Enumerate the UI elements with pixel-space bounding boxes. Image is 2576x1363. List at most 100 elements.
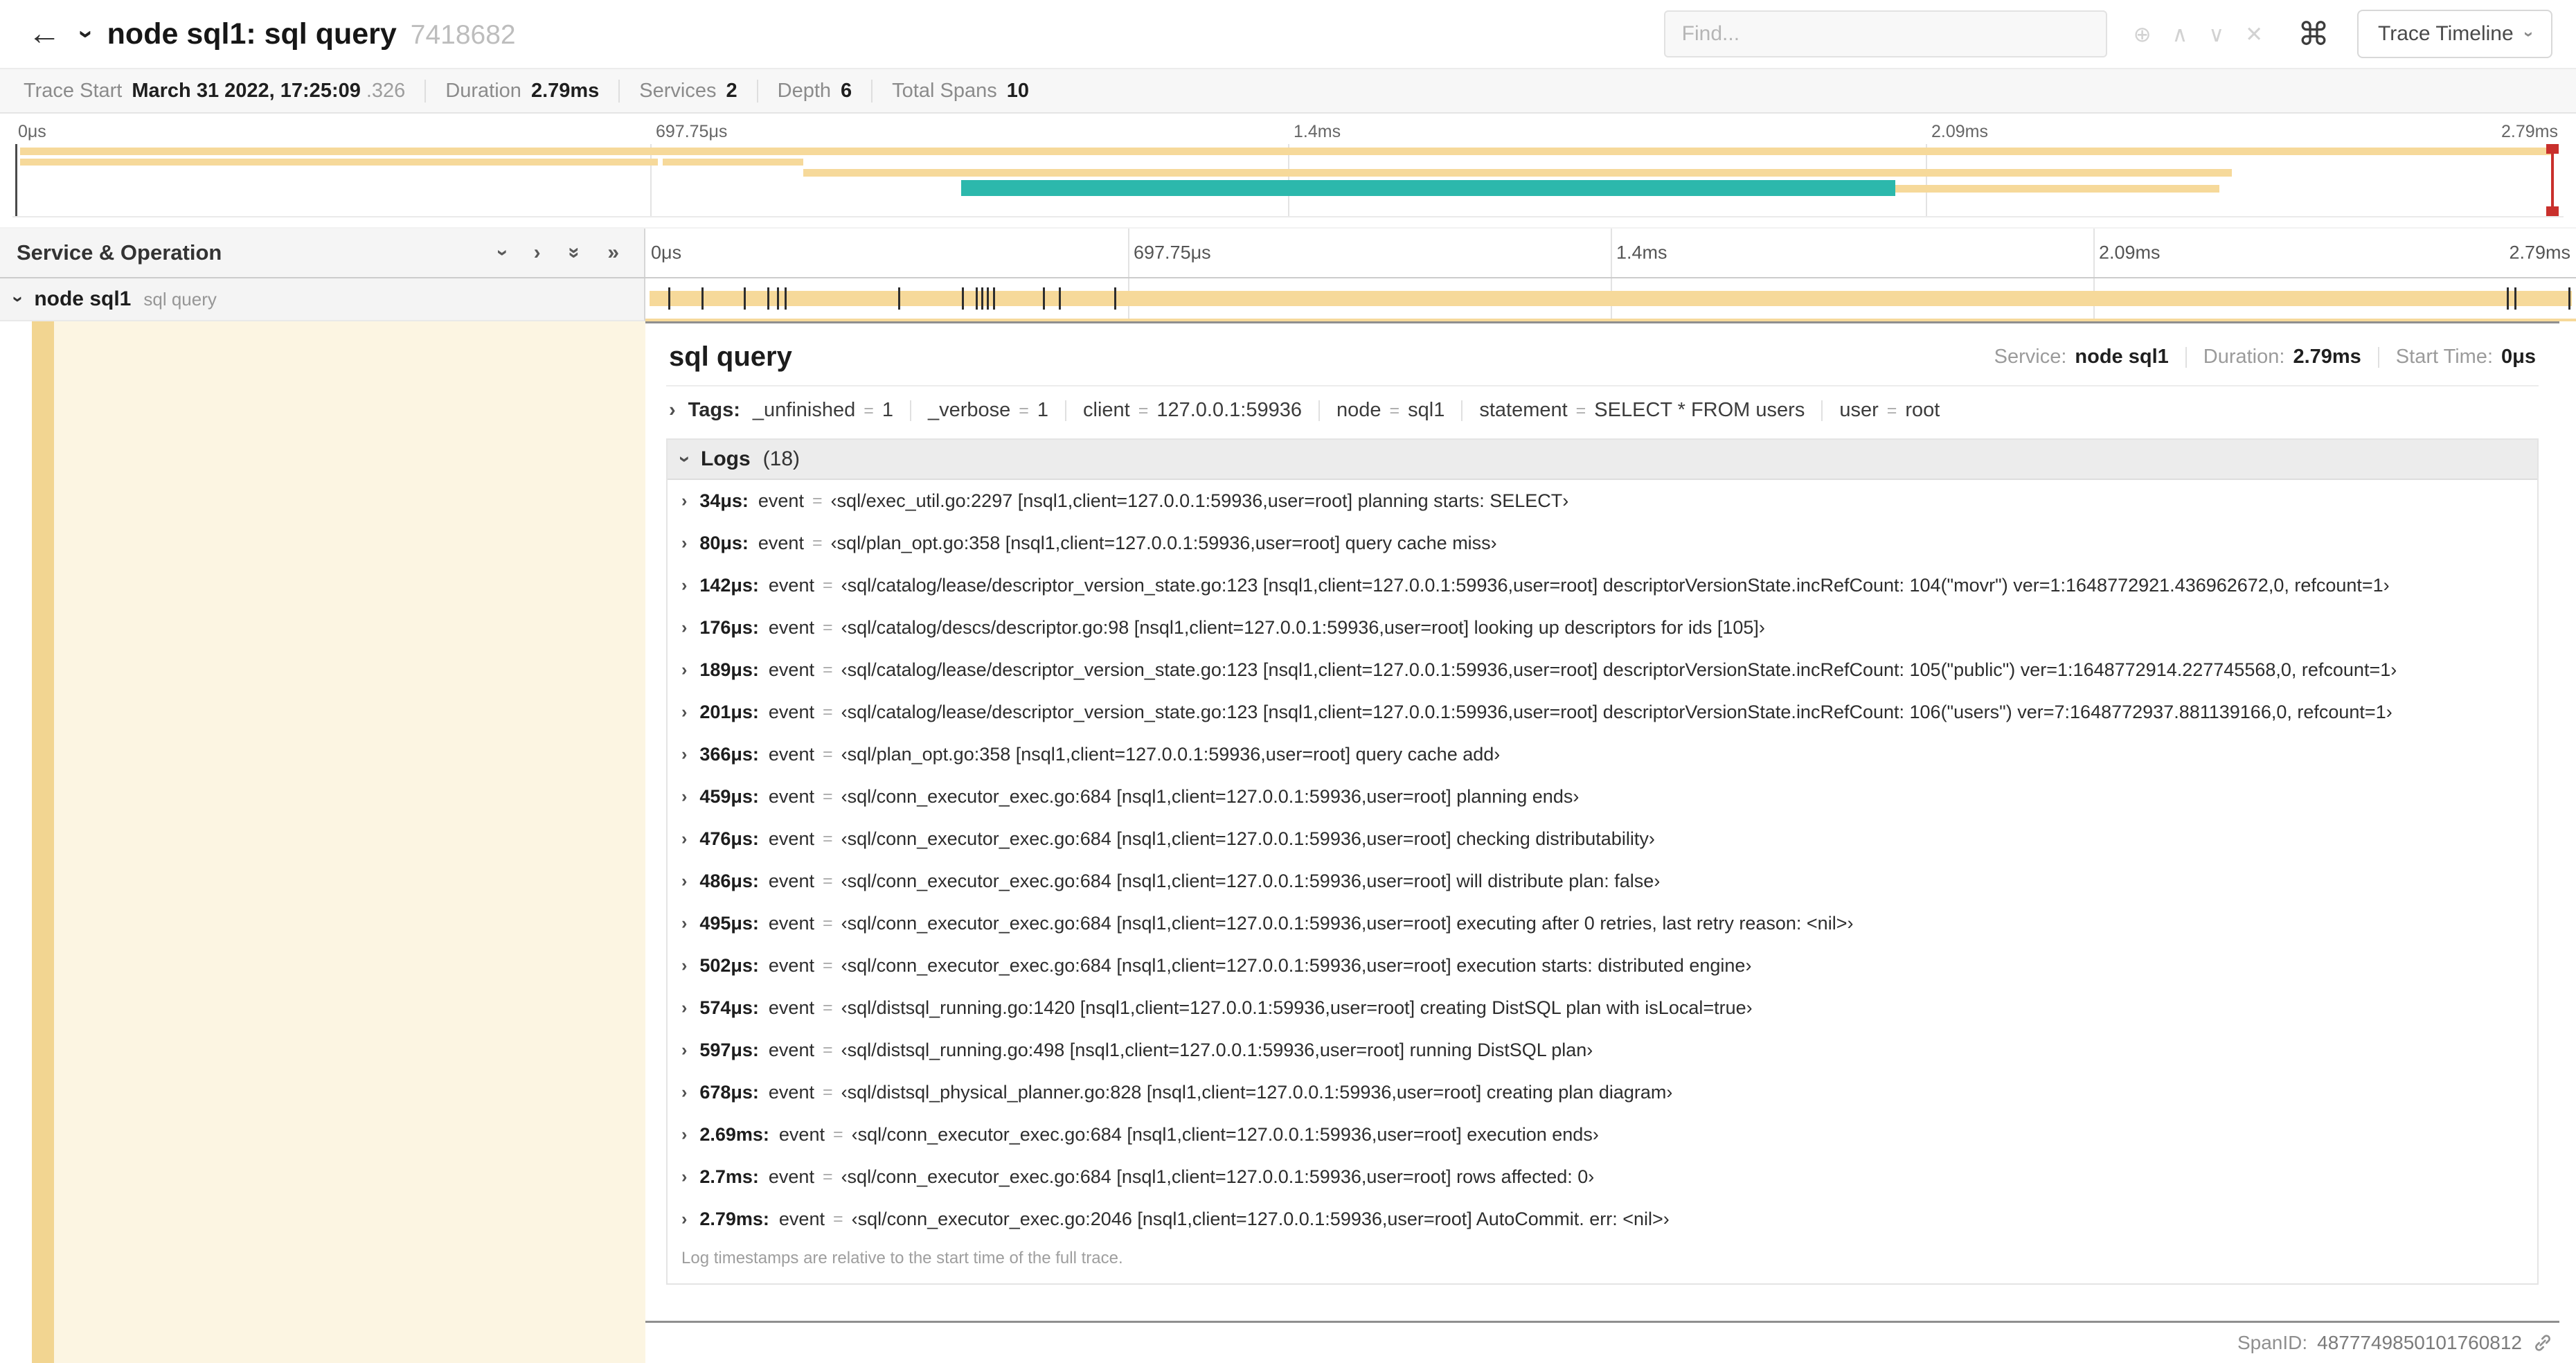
log-entry[interactable]: › 2.7ms: event = ‹sql/conn_executor_exec.go:… (668, 1156, 2537, 1198)
chevron-right-icon: › (681, 660, 688, 679)
log-entry[interactable]: › 597μs: event = ‹sql/distsql_running.go:498… (668, 1029, 2537, 1071)
span-row-label[interactable]: › node sql1 sql query (0, 278, 645, 321)
log-value: ‹sql/conn_executor_exec.go:684 [nsql1,cl… (841, 786, 1580, 807)
chevron-down-icon[interactable]: › (8, 296, 30, 302)
log-marker (784, 287, 787, 310)
log-field-name: event (758, 533, 804, 553)
expand-one-icon[interactable]: › (534, 242, 541, 263)
log-entry[interactable]: › 201μs: event = ‹sql/catalog/lease/descript… (668, 691, 2537, 733)
meta-label: Service: (1994, 346, 2067, 368)
log-timestamp: 476μs: (699, 828, 759, 849)
logs-header[interactable]: › Logs (18) (668, 440, 2537, 480)
minimap-span-bar (961, 180, 1895, 196)
meta-separator (2185, 346, 2187, 368)
back-button[interactable]: ← (24, 17, 65, 51)
collapse-one-icon[interactable]: › (492, 249, 515, 256)
minimap-tick-labels: 0μs 697.75μs 1.4ms 2.09ms 2.79ms (12, 119, 2564, 144)
log-entry[interactable]: › 476μs: event = ‹sql/conn_executor_exec.go:… (668, 818, 2537, 860)
expand-all-icon[interactable]: » (607, 242, 619, 263)
log-entry[interactable]: › 2.79ms: event = ‹sql/conn_executor_exec.go… (668, 1198, 2537, 1240)
log-entry[interactable]: › 80μs: event = ‹sql/plan_opt.go:358 [nsql1,… (668, 522, 2537, 564)
tag-key: user (1839, 399, 1879, 421)
span-duration-bar[interactable] (649, 291, 2573, 306)
log-value: ‹sql/conn_executor_exec.go:684 [nsql1,cl… (841, 828, 1655, 849)
logs-footer-note: Log timestamps are relative to the start… (681, 1249, 1123, 1267)
log-marker (898, 287, 901, 310)
tag-separator (909, 400, 911, 421)
find-input[interactable] (1663, 10, 2107, 57)
link-icon[interactable] (2532, 1332, 2554, 1354)
log-entry[interactable]: › 678μs: event = ‹sql/distsql_physical_plann… (668, 1071, 2537, 1114)
zoom-in-icon[interactable]: ⊕ (2134, 24, 2152, 45)
service-operation-header: Service & Operation › › » » (0, 229, 645, 277)
time-tick-label: 1.4ms (1294, 122, 1341, 141)
log-value: ‹sql/exec_util.go:2297 [nsql1,client=127… (830, 490, 1569, 511)
log-entry[interactable]: › 2.69ms: event = ‹sql/conn_executor_exec.go… (668, 1114, 2537, 1156)
log-entry[interactable]: › 34μs: event = ‹sql/exec_util.go:2297 [nsql… (668, 480, 2537, 522)
log-field-name: event (778, 1124, 825, 1145)
tags-row[interactable]: › Tags: _unfinished = 1 _verbose = 1 client = 12… (666, 386, 2539, 436)
page-title: node sql1: sql query 7418682 (107, 17, 516, 51)
log-field-name: event (758, 490, 804, 511)
view-selector-button[interactable]: Trace Timeline › (2357, 10, 2552, 58)
next-result-icon[interactable]: ∨ (2208, 24, 2224, 45)
log-field-name: event (768, 702, 814, 722)
log-entry[interactable]: › 189μs: event = ‹sql/catalog/lease/descript… (668, 649, 2537, 691)
tag-item: user = root (1839, 399, 1940, 422)
summary-value: March 31 2022, 17:25:09 (132, 79, 361, 102)
scrubber-handle[interactable] (2546, 206, 2559, 216)
keyboard-shortcuts-icon[interactable]: ⌘ (2289, 15, 2338, 53)
summary-value: 2 (726, 79, 737, 102)
indent-column (0, 321, 645, 1363)
collapse-all-icon[interactable]: » (563, 247, 586, 259)
log-entry[interactable]: › 486μs: event = ‹sql/conn_executor_exec.go:… (668, 860, 2537, 902)
logs-title: Logs (701, 447, 751, 470)
log-timestamp: 176μs: (699, 617, 759, 638)
prev-result-icon[interactable]: ∧ (2172, 24, 2188, 45)
collapse-trace-icon[interactable]: › (71, 30, 101, 39)
span-row[interactable]: › node sql1 sql query (0, 278, 2576, 321)
trace-name: node sql1: sql query (107, 17, 397, 51)
log-marker (744, 287, 746, 310)
tag-value: sql1 (1408, 399, 1445, 421)
grid-line (1611, 229, 1612, 277)
log-entry[interactable]: › 459μs: event = ‹sql/conn_executor_exec.go:… (668, 776, 2537, 818)
log-entry[interactable]: › 176μs: event = ‹sql/catalog/descs/descript… (668, 607, 2537, 649)
log-field-name: event (768, 786, 814, 807)
minimap-canvas[interactable] (12, 144, 2564, 217)
view-selector-label: Trace Timeline (2378, 22, 2514, 45)
equals-sign: = (864, 401, 874, 420)
log-field-name: event (768, 913, 814, 934)
log-entry[interactable]: › 142μs: event = ‹sql/catalog/lease/descript… (668, 564, 2537, 607)
log-value: ‹sql/conn_executor_exec.go:2046 [nsql1,c… (851, 1209, 1670, 1229)
chevron-right-icon: › (681, 491, 688, 510)
log-entry[interactable]: › 366μs: event = ‹sql/plan_opt.go:358 [nsql1… (668, 733, 2537, 776)
trace-body: sql query Service: node sql1 Duration: 2.79… (0, 321, 2576, 1363)
log-value: ‹sql/catalog/lease/descriptor_version_st… (841, 702, 2392, 722)
tag-key: _unfinished (752, 399, 856, 421)
span-track[interactable] (645, 278, 2576, 321)
span-id-bar: SpanID: 4877749850101760812 (645, 1323, 2559, 1363)
chevron-right-icon[interactable]: › (669, 400, 676, 420)
log-entry[interactable]: › 495μs: event = ‹sql/conn_executor_exec.go:… (668, 902, 2537, 945)
scrubber-handle[interactable] (2546, 144, 2559, 154)
chevron-right-icon: › (681, 576, 688, 595)
summary-label: Services (639, 79, 717, 102)
minimap-scrubber-right[interactable] (2546, 144, 2559, 216)
log-marker (1058, 287, 1061, 310)
trace-minimap[interactable]: 0μs 697.75μs 1.4ms 2.09ms 2.79ms (0, 114, 2576, 217)
log-value: ‹sql/conn_executor_exec.go:684 [nsql1,cl… (841, 955, 1752, 976)
chevron-down-icon[interactable]: › (674, 456, 697, 463)
logs-list: › 34μs: event = ‹sql/exec_util.go:2297 [nsql… (668, 480, 2537, 1240)
clear-find-icon[interactable]: ✕ (2245, 24, 2263, 45)
find-controls: ⊕ ∧ ∨ ✕ (2127, 24, 2270, 45)
minimap-scrubber-left[interactable] (15, 144, 17, 216)
equals-sign: = (822, 660, 833, 679)
log-value: ‹sql/plan_opt.go:358 [nsql1,client=127.0… (841, 744, 1501, 765)
log-entry[interactable]: › 574μs: event = ‹sql/distsql_running.go:142… (668, 987, 2537, 1029)
collapse-controls: › › » » (492, 242, 627, 263)
log-entry[interactable]: › 502μs: event = ‹sql/conn_executor_exec.go:… (668, 945, 2537, 987)
equals-sign: = (832, 1209, 843, 1229)
log-field-name: event (768, 997, 814, 1018)
log-timestamp: 366μs: (699, 744, 759, 765)
